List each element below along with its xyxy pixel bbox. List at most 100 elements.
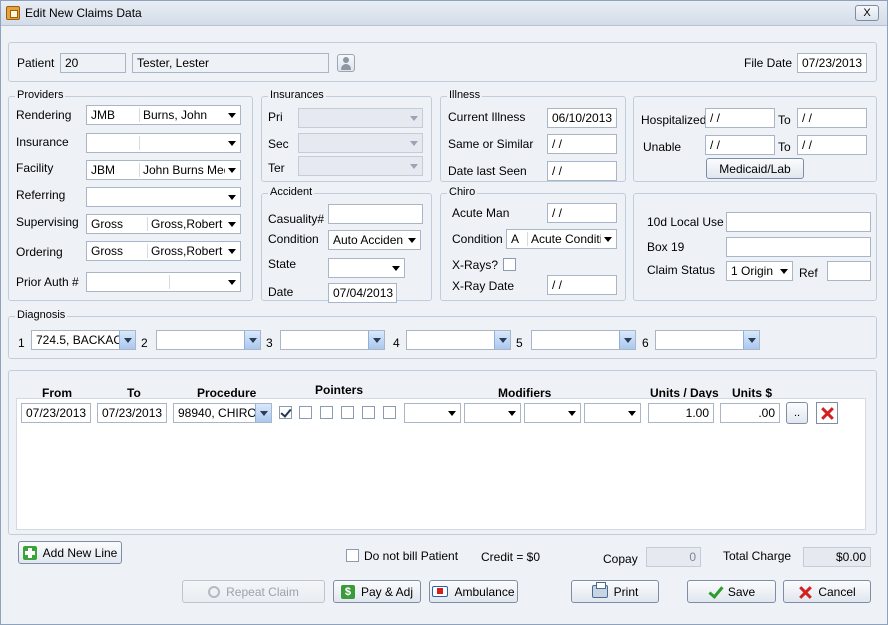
- hospitalized-to-field[interactable]: / /: [797, 108, 867, 128]
- total-charge-label: Total Charge: [723, 549, 792, 563]
- current-illness-field[interactable]: 06/10/2013: [547, 108, 617, 128]
- modifier-2-select[interactable]: [464, 403, 521, 423]
- chevron-down-icon[interactable]: [743, 331, 759, 349]
- chiro-condition-select[interactable]: A Acute Conditi: [506, 229, 617, 249]
- pointer-2-checkbox[interactable]: [299, 406, 312, 419]
- chevron-down-icon[interactable]: [224, 134, 240, 152]
- chevron-down-icon[interactable]: [600, 230, 616, 248]
- insurance-provider-select[interactable]: [86, 133, 241, 153]
- chevron-down-icon[interactable]: [119, 331, 135, 349]
- chevron-down-icon[interactable]: [404, 231, 420, 249]
- pointer-4-checkbox[interactable]: [341, 406, 354, 419]
- diagnosis-6-select[interactable]: [655, 330, 760, 350]
- providers-panel: Providers Rendering JMB Burns, John Insu…: [8, 89, 253, 301]
- chevron-down-icon[interactable]: [255, 404, 271, 422]
- acute-man-field[interactable]: / /: [547, 203, 617, 223]
- do-not-bill-checkbox[interactable]: [346, 549, 359, 562]
- chevron-down-icon[interactable]: [224, 273, 240, 291]
- accident-condition-select[interactable]: Auto Acciden: [328, 230, 421, 250]
- delete-line-button[interactable]: [816, 402, 838, 424]
- referring-select[interactable]: [86, 187, 241, 207]
- xray-date-field[interactable]: / /: [547, 275, 617, 295]
- accident-date-field[interactable]: 07/04/2013: [328, 283, 397, 303]
- chevron-down-icon[interactable]: [564, 404, 580, 422]
- chevron-down-icon[interactable]: [224, 215, 240, 233]
- units-dollar-field[interactable]: .00: [720, 403, 780, 423]
- diagnosis-5-select[interactable]: [531, 330, 636, 350]
- modifier-1-select[interactable]: [404, 403, 461, 423]
- diagnosis-number: 1: [18, 336, 25, 350]
- cancel-button[interactable]: Cancel: [783, 580, 871, 603]
- units-days-field[interactable]: 1.00: [648, 403, 714, 423]
- prior-auth-select[interactable]: [86, 272, 241, 292]
- chevron-down-icon[interactable]: [368, 331, 384, 349]
- chevron-down-icon[interactable]: [494, 331, 510, 349]
- line-to-field[interactable]: 07/23/2013: [97, 403, 167, 423]
- chevron-down-icon[interactable]: [224, 106, 240, 124]
- chevron-down-icon[interactable]: [624, 404, 640, 422]
- chevron-down-icon[interactable]: [406, 157, 422, 175]
- chevron-down-icon[interactable]: [406, 134, 422, 152]
- tertiary-insurance-select[interactable]: [298, 156, 423, 176]
- chevron-down-icon[interactable]: [619, 331, 635, 349]
- copay-field[interactable]: 0: [646, 547, 701, 567]
- patient-name-field[interactable]: Tester, Lester: [132, 53, 329, 73]
- chevron-down-icon[interactable]: [224, 188, 240, 206]
- save-button[interactable]: Save: [687, 580, 776, 603]
- hospitalized-from-field[interactable]: / /: [705, 108, 775, 128]
- state-select[interactable]: [328, 258, 405, 278]
- patient-lookup-icon[interactable]: [337, 54, 355, 72]
- diagnosis-3-select[interactable]: [280, 330, 385, 350]
- patient-id-field[interactable]: 20: [60, 53, 126, 73]
- casuality-field[interactable]: [328, 204, 423, 224]
- copay-label: Copay: [603, 552, 638, 566]
- xrays-checkbox[interactable]: [503, 258, 516, 271]
- close-button[interactable]: X: [855, 5, 879, 21]
- repeat-claim-button[interactable]: Repeat Claim: [182, 580, 325, 603]
- pointer-5-checkbox[interactable]: [362, 406, 375, 419]
- claim-status-select[interactable]: 1 Origin: [726, 261, 793, 281]
- last-seen-field[interactable]: / /: [547, 161, 617, 181]
- procedure-select[interactable]: 98940, CHIROPRACTIC: [173, 403, 272, 423]
- print-button[interactable]: Print: [571, 580, 659, 603]
- supervising-select[interactable]: Gross Gross,Robert: [86, 214, 241, 234]
- unable-from-field[interactable]: / /: [705, 135, 775, 155]
- modifier-3-select[interactable]: [524, 403, 581, 423]
- chevron-down-icon[interactable]: [504, 404, 520, 422]
- add-new-line-button[interactable]: Add New Line: [18, 541, 122, 564]
- chevron-down-icon[interactable]: [244, 331, 260, 349]
- diagnosis-4-select[interactable]: [406, 330, 511, 350]
- unable-to-field[interactable]: / /: [797, 135, 867, 155]
- local-use-field[interactable]: [726, 212, 871, 232]
- chevron-down-icon[interactable]: [224, 242, 240, 260]
- pointer-1-checkbox[interactable]: [279, 406, 292, 419]
- modifier-4-select[interactable]: [584, 403, 641, 423]
- ordering-select[interactable]: Gross Gross,Robert: [86, 241, 241, 261]
- medicaid-lab-button[interactable]: Medicaid/Lab: [706, 158, 804, 179]
- same-similar-field[interactable]: / /: [547, 134, 617, 154]
- acute-man-label: Acute Man: [452, 206, 510, 220]
- chiro-condition-label: Condition: [452, 232, 503, 246]
- facility-select[interactable]: JBM John Burns Medi: [86, 160, 241, 180]
- pointer-6-checkbox[interactable]: [383, 406, 396, 419]
- ambulance-button[interactable]: Ambulance: [429, 580, 518, 603]
- chevron-down-icon[interactable]: [224, 161, 240, 179]
- pointer-3-checkbox[interactable]: [320, 406, 333, 419]
- box19-field[interactable]: [726, 237, 871, 257]
- file-date-field[interactable]: 07/23/2013: [797, 53, 867, 73]
- chevron-down-icon[interactable]: [406, 109, 422, 127]
- accident-panel: Accident Casuality# Condition Auto Accid…: [261, 186, 432, 303]
- rendering-select[interactable]: JMB Burns, John: [86, 105, 241, 125]
- diagnosis-2-select[interactable]: [156, 330, 261, 350]
- line-details-button[interactable]: ..: [786, 402, 808, 424]
- chevron-down-icon[interactable]: [388, 259, 404, 277]
- ref-field[interactable]: [827, 261, 871, 281]
- chevron-down-icon[interactable]: [444, 404, 460, 422]
- pay-adj-button[interactable]: $ Pay & Adj: [333, 580, 421, 603]
- primary-insurance-select[interactable]: [298, 108, 423, 128]
- chevron-down-icon[interactable]: [776, 262, 792, 280]
- casuality-label: Casuality#: [268, 212, 325, 226]
- diagnosis-1-select[interactable]: 724.5, BACKACHE: [31, 330, 136, 350]
- line-from-field[interactable]: 07/23/2013: [21, 403, 91, 423]
- secondary-insurance-select[interactable]: [298, 133, 423, 153]
